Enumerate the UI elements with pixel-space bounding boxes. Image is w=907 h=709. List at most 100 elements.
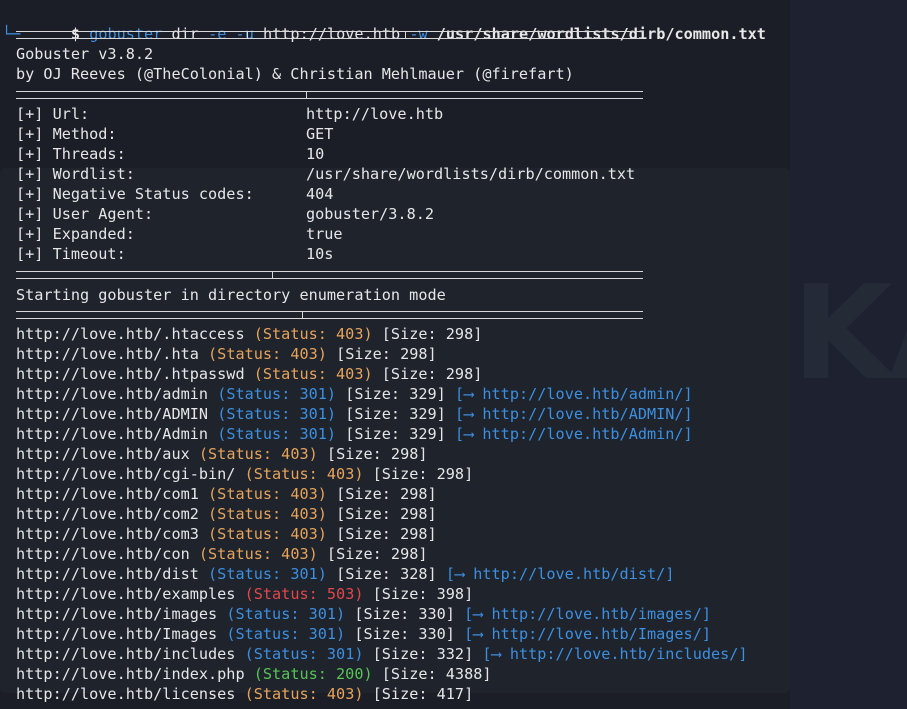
result-status: (Status: 301) <box>217 385 337 403</box>
mode-line: Starting gobuster in directory enumerati… <box>16 286 446 304</box>
separator-2 <box>16 91 643 99</box>
result-row: http://love.htb/images (Status: 301) [Si… <box>16 604 711 624</box>
result-url: http://love.htb/com3 <box>16 525 199 543</box>
result-status: (Status: 403) <box>244 685 364 703</box>
result-status: (Status: 301) <box>226 625 346 643</box>
separator-3 <box>16 271 643 279</box>
result-row: http://love.htb/licenses (Status: 403) [… <box>16 684 473 704</box>
result-status: (Status: 403) <box>208 525 327 543</box>
result-url: http://love.htb/licenses <box>16 685 236 703</box>
result-status: (Status: 301) <box>217 405 337 423</box>
result-status: (Status: 301) <box>244 645 364 663</box>
result-row: http://love.htb/dist (Status: 301) [Size… <box>16 564 674 584</box>
result-url: http://love.htb/.htpasswd <box>16 365 245 383</box>
result-size: [Size: 298] <box>336 345 437 363</box>
result-size: [Size: 4388] <box>381 665 492 683</box>
config-key: [+] Timeout: <box>16 245 126 263</box>
result-redirect: [⟶ http://love.htb/Images/] <box>464 625 711 643</box>
config-value: GET <box>306 125 334 143</box>
result-size: [Size: 298] <box>336 525 437 543</box>
config-key: [+] User Agent: <box>16 205 154 223</box>
config-row: [+] Timeout: 10s <box>16 244 333 264</box>
config-value: 404 <box>306 185 334 203</box>
result-size: [Size: 298] <box>381 325 483 343</box>
result-url: http://love.htb/.hta <box>16 345 199 363</box>
config-key: [+] Expanded: <box>16 225 135 243</box>
separator-4 <box>16 311 643 319</box>
config-row: [+] Method: GET <box>16 124 333 144</box>
result-url: http://love.htb/index.php <box>16 665 245 683</box>
result-redirect: [⟶ http://love.htb/includes/] <box>482 645 748 663</box>
result-status: (Status: 503) <box>244 585 364 603</box>
result-url: http://love.htb/includes <box>16 645 236 663</box>
result-size: [Size: 330] <box>354 625 455 643</box>
result-status: (Status: 403) <box>198 545 318 563</box>
result-size: [Size: 398] <box>372 585 474 603</box>
result-size: [Size: 329] <box>345 405 446 423</box>
result-row: http://love.htb/includes (Status: 301) [… <box>16 644 748 664</box>
result-status: (Status: 403) <box>253 365 373 383</box>
result-row: http://love.htb/Images (Status: 301) [Si… <box>16 624 711 644</box>
result-size: [Size: 417] <box>372 685 474 703</box>
result-status: (Status: 403) <box>253 325 373 343</box>
config-value: http://love.htb <box>306 105 444 123</box>
result-url: http://love.htb/cgi-bin/ <box>16 465 236 483</box>
result-status: (Status: 403) <box>244 465 364 483</box>
terminal-window[interactable]: KAL └─$ gobuster dir -e -u http://love.h… <box>0 0 907 709</box>
config-row: [+] User Agent: gobuster/3.8.2 <box>16 204 434 224</box>
result-row: http://love.htb/.htaccess (Status: 403) … <box>16 324 482 344</box>
config-key: [+] Threads: <box>16 145 126 163</box>
result-url: http://love.htb/com1 <box>16 485 199 503</box>
result-redirect: [⟶ http://love.htb/dist/] <box>445 565 675 583</box>
config-key: [+] Negative Status codes: <box>16 185 254 203</box>
result-row: http://love.htb/com3 (Status: 403) [Size… <box>16 524 437 544</box>
config-value: /usr/share/wordlists/dirb/common.txt <box>306 165 636 183</box>
result-size: [Size: 298] <box>326 445 428 463</box>
result-size: [Size: 298] <box>336 505 437 523</box>
result-status: (Status: 403) <box>208 345 327 363</box>
result-size: [Size: 298] <box>381 365 483 383</box>
result-url: http://love.htb/examples <box>16 585 236 603</box>
config-row: [+] Url: http://love.htb <box>16 104 443 124</box>
config-key: [+] Wordlist: <box>16 165 135 183</box>
result-size: [Size: 330] <box>354 605 455 623</box>
config-key: [+] Url: <box>16 105 90 123</box>
result-url: http://love.htb/com2 <box>16 505 199 523</box>
result-size: [Size: 298] <box>336 485 437 503</box>
config-row: [+] Negative Status codes: 404 <box>16 184 333 204</box>
result-url: http://love.htb/aux <box>16 445 190 463</box>
result-row: http://love.htb/.hta (Status: 403) [Size… <box>16 344 437 364</box>
config-row: [+] Wordlist: /usr/share/wordlists/dirb/c… <box>16 164 635 184</box>
result-status: (Status: 200) <box>253 665 373 683</box>
config-value: 10s <box>306 245 334 263</box>
result-url: http://love.htb/dist <box>16 565 199 583</box>
result-size: [Size: 298] <box>326 545 428 563</box>
result-redirect: [⟶ http://love.htb/Admin/] <box>454 425 693 443</box>
result-url: http://love.htb/Images <box>16 625 218 643</box>
result-row: http://love.htb/.htpasswd (Status: 403) … <box>16 364 482 384</box>
result-status: (Status: 403) <box>208 485 327 503</box>
config-key: [+] Method: <box>16 125 117 143</box>
result-row: http://love.htb/aux (Status: 403) [Size:… <box>16 444 428 464</box>
result-row: http://love.htb/cgi-bin/ (Status: 403) [… <box>16 464 473 484</box>
result-size: [Size: 329] <box>345 425 446 443</box>
config-row: [+] Threads: 10 <box>16 144 324 164</box>
result-row: http://love.htb/examples (Status: 503) [… <box>16 584 473 604</box>
config-row: [+] Expanded: true <box>16 224 343 244</box>
desktop-wallpaper-logo: KAL <box>792 257 907 409</box>
result-url: http://love.htb/con <box>16 545 190 563</box>
result-redirect: [⟶ http://love.htb/admin/] <box>454 385 693 403</box>
result-size: [Size: 328] <box>336 565 437 583</box>
result-status: (Status: 403) <box>208 505 327 523</box>
result-row: http://love.htb/com1 (Status: 403) [Size… <box>16 484 437 504</box>
config-value: 10 <box>306 145 325 163</box>
result-url: http://love.htb/admin <box>16 385 209 403</box>
separator-1 <box>16 31 643 39</box>
result-redirect: [⟶ http://love.htb/images/] <box>464 605 711 623</box>
result-row: http://love.htb/ADMIN (Status: 301) [Siz… <box>16 404 693 424</box>
config-value: true <box>306 225 343 243</box>
result-url: http://love.htb/images <box>16 605 218 623</box>
result-row: http://love.htb/Admin (Status: 301) [Siz… <box>16 424 693 444</box>
result-row: http://love.htb/index.php (Status: 200) … <box>16 664 492 684</box>
result-row: http://love.htb/con (Status: 403) [Size:… <box>16 544 428 564</box>
